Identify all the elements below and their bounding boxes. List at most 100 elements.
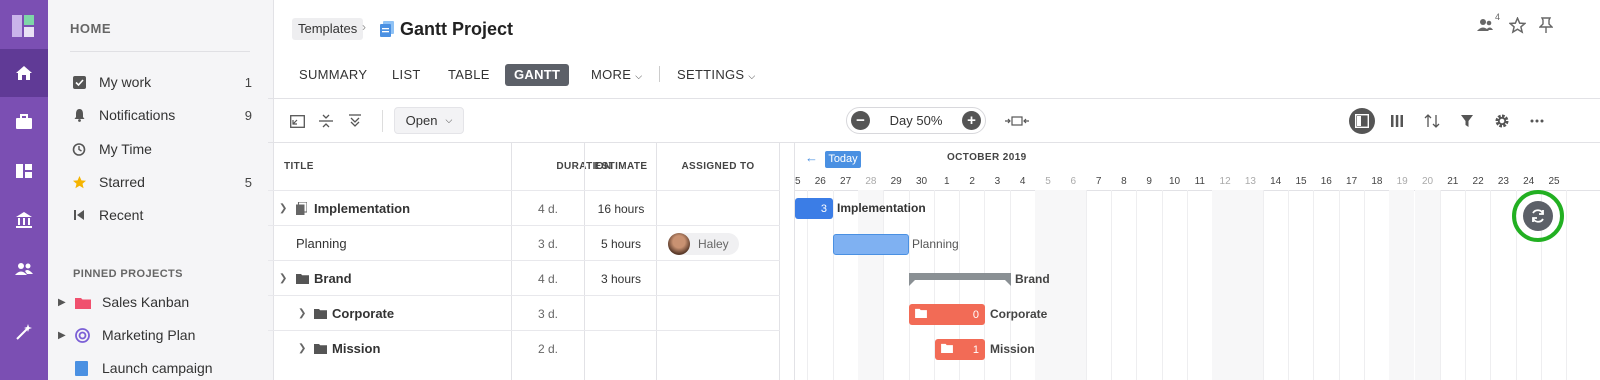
gantt-gridline xyxy=(1363,190,1365,380)
gantt-gridline xyxy=(883,190,885,380)
sidebar-project-sales-kanban[interactable]: ▶ Sales Kanban xyxy=(58,290,258,314)
column-header-estimate[interactable]: ESTIMATE xyxy=(585,142,657,190)
gantt-summary-bar-brand[interactable] xyxy=(909,273,1011,287)
gantt-bar-implementation[interactable]: 3 xyxy=(795,198,833,219)
folder-icon xyxy=(915,308,927,321)
task-estimate[interactable]: 5 hours xyxy=(585,226,657,261)
gantt-day-label: 16 xyxy=(1320,176,1332,187)
dashboard-icon[interactable] xyxy=(0,147,48,195)
sidebar-item-notifications[interactable]: Notifications 9 xyxy=(70,103,252,127)
sidebar-item-starred[interactable]: Starred 5 xyxy=(70,170,252,194)
gantt-bar-mission[interactable]: 1 xyxy=(935,339,985,360)
filter-icon[interactable] xyxy=(1454,108,1480,134)
gantt-day-label: 28 xyxy=(865,176,877,187)
users-icon[interactable] xyxy=(0,245,48,293)
split-view-icon[interactable] xyxy=(1349,108,1375,134)
task-duration[interactable]: 4 d. xyxy=(512,191,584,226)
task-title[interactable]: Implementation xyxy=(314,191,410,226)
more-options-icon[interactable] xyxy=(1524,108,1550,134)
task-duration[interactable]: 3 d. xyxy=(512,226,584,261)
bank-icon[interactable] xyxy=(0,196,48,244)
gantt-bar-corporate[interactable]: 0 xyxy=(909,304,985,325)
pin-icon[interactable] xyxy=(1535,14,1557,36)
chevron-down-icon[interactable]: ❯ xyxy=(279,261,287,296)
star-outline-icon[interactable] xyxy=(1506,14,1528,36)
folder-icon xyxy=(314,296,327,331)
chevron-right-icon[interactable]: ❯ xyxy=(298,331,306,366)
app-logo-icon[interactable] xyxy=(12,15,34,37)
gantt-gridline xyxy=(1186,190,1188,380)
tab-table[interactable]: TABLE xyxy=(448,64,490,86)
home-icon[interactable] xyxy=(0,49,48,97)
tab-more[interactable]: MORE ⌵ xyxy=(591,64,642,86)
task-duration[interactable]: 3 d. xyxy=(512,296,584,331)
fullscreen-icon[interactable] xyxy=(286,110,308,132)
sidebar-item-my-work[interactable]: My work 1 xyxy=(70,70,252,94)
open-filter-dropdown[interactable]: Open ⌵ xyxy=(394,107,464,134)
table-row[interactable]: ❯ Implementation 4 d. 16 hours xyxy=(268,190,780,225)
task-duration[interactable]: 4 d. xyxy=(512,261,584,296)
refresh-button[interactable] xyxy=(1512,190,1564,242)
magic-wand-icon[interactable] xyxy=(0,308,48,356)
folder-icon xyxy=(941,343,953,356)
members-count: 4 xyxy=(1495,12,1501,22)
gantt-gridline xyxy=(832,190,834,380)
open-filter-label: Open xyxy=(405,113,438,128)
gantt-bar-label: Brand xyxy=(1015,272,1050,286)
tab-settings[interactable]: SETTINGS ⌵ xyxy=(677,64,756,86)
column-header-assigned-to[interactable]: ASSIGNED TO xyxy=(657,142,779,190)
arrow-left-icon[interactable]: ← xyxy=(805,150,818,165)
chevron-right-icon[interactable]: ❯ xyxy=(279,191,287,226)
sidebar-item-recent[interactable]: Recent xyxy=(70,203,252,227)
recent-icon xyxy=(70,206,88,224)
columns-icon[interactable] xyxy=(1384,108,1410,134)
collapse-rows-icon[interactable] xyxy=(315,110,337,132)
folder-icon xyxy=(296,261,309,296)
gantt-day-label: 1 xyxy=(944,176,950,187)
gantt-gridline xyxy=(1439,190,1441,380)
members-icon[interactable]: 4 xyxy=(1476,12,1501,36)
task-title[interactable]: Corporate xyxy=(332,296,394,331)
chevron-right-icon[interactable]: ❯ xyxy=(298,296,306,331)
tab-list[interactable]: LIST xyxy=(392,64,421,86)
zoom-out-button[interactable]: − xyxy=(851,111,870,130)
doc-icon xyxy=(75,360,93,376)
table-row[interactable]: ❯ Mission 2 d. xyxy=(268,330,780,365)
task-title[interactable]: Brand xyxy=(314,261,352,296)
table-row[interactable]: ❯ Corporate 3 d. xyxy=(268,295,780,330)
task-estimate[interactable]: 3 hours xyxy=(585,261,657,296)
gear-icon[interactable] xyxy=(1489,108,1515,134)
zoom-control: − Day 50% + xyxy=(846,107,986,134)
chevron-right-icon[interactable]: ▶ xyxy=(58,297,72,308)
fit-to-screen-icon[interactable] xyxy=(1005,110,1029,132)
expand-rows-icon[interactable] xyxy=(344,110,366,132)
tab-summary[interactable]: SUMMARY xyxy=(299,64,367,86)
column-header-title[interactable]: TITLE xyxy=(284,142,314,190)
gantt-gridline xyxy=(1110,190,1112,380)
task-title[interactable]: Mission xyxy=(332,331,380,366)
task-duration[interactable]: 2 d. xyxy=(512,331,584,366)
table-row[interactable]: ❯ Brand 4 d. 3 hours xyxy=(268,260,780,295)
table-row[interactable]: Planning 3 d. 5 hours Haley xyxy=(268,225,780,260)
gantt-gridline xyxy=(1085,190,1087,380)
gantt-day-label: 20 xyxy=(1421,176,1434,187)
task-title[interactable]: Planning xyxy=(296,226,347,261)
assignee-pill[interactable]: Haley xyxy=(668,226,739,261)
breadcrumb-templates[interactable]: Templates xyxy=(292,18,364,40)
star-icon xyxy=(70,173,88,191)
sidebar-item-my-time[interactable]: My Time xyxy=(70,137,252,161)
gantt-bar-planning[interactable] xyxy=(833,234,909,255)
zoom-in-button[interactable]: + xyxy=(962,111,981,130)
chevron-down-icon: ⌵ xyxy=(635,71,643,81)
gantt-bar-label: Planning xyxy=(912,237,959,251)
sort-icon[interactable] xyxy=(1419,108,1445,134)
gantt-day-label: 30 xyxy=(915,176,928,187)
sidebar-project-launch-campaign[interactable]: Launch campaign xyxy=(58,356,258,380)
sidebar-project-marketing-plan[interactable]: ▶ Marketing Plan xyxy=(58,323,258,347)
briefcase-icon[interactable] xyxy=(0,98,48,146)
chevron-down-icon: ⌵ xyxy=(748,71,756,81)
tab-gantt[interactable]: GANTT xyxy=(505,64,570,86)
chevron-right-icon[interactable]: ▶ xyxy=(58,330,72,341)
today-button[interactable]: Today xyxy=(825,151,861,168)
task-estimate[interactable]: 16 hours xyxy=(585,191,657,226)
